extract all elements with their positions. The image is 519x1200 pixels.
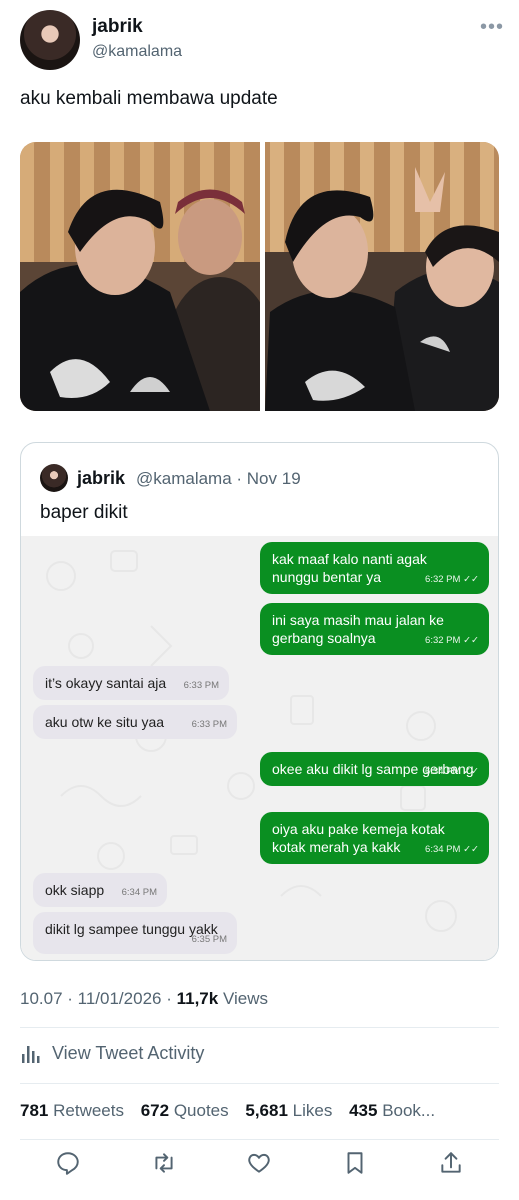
like-icon[interactable] <box>246 1150 272 1176</box>
retweet-icon[interactable] <box>151 1150 177 1176</box>
chat-message: ini saya masih mau jalan ke gerbang soal… <box>260 603 489 655</box>
quoted-tweet[interactable]: jabrik @kamalama · Nov 19 baper dikit ka… <box>20 442 499 961</box>
chat-message-time: 6:34 PM ✓✓ <box>425 766 479 777</box>
quoted-author-meta: @kamalama · Nov 19 <box>136 469 301 488</box>
view-activity-button[interactable]: View Tweet Activity <box>20 1042 204 1064</box>
divider <box>20 1083 499 1084</box>
divider <box>20 1139 499 1140</box>
tweet-timestamp[interactable]: 10.07 · 11/01/2026 · 11,7k Views <box>20 989 268 1009</box>
chat-message-time: 6:32 PM ✓✓ <box>425 635 479 646</box>
reply-icon[interactable] <box>55 1150 81 1176</box>
chat-message: oiya aku pake kemeja kotak kotak merah y… <box>260 812 489 864</box>
chat-message-time: 6:34 PM <box>121 887 157 898</box>
analytics-icon <box>22 1046 40 1063</box>
divider <box>20 1027 499 1028</box>
tweet-photo-1[interactable] <box>20 142 260 411</box>
chat-message: aku otw ke situ yaa 6:33 PM <box>33 705 237 739</box>
bookmarks-stat[interactable]: 435 Book... <box>349 1101 435 1120</box>
action-bar <box>20 1150 499 1176</box>
engagement-stats: 781 Retweets 672 Quotes 5,681 Likes 435 … <box>20 1101 499 1121</box>
chat-message: kak maaf kalo nanti agak nunggu bentar y… <box>260 542 489 594</box>
likes-stat[interactable]: 5,681 Likes <box>245 1101 332 1120</box>
quoted-author-name: jabrik <box>77 468 126 488</box>
chat-message: dikit lg sampee tunggu yakk 6:35 PM <box>33 912 237 954</box>
views-count: 11,7k <box>176 989 219 1008</box>
chat-message-time: 6:35 PM <box>191 934 227 945</box>
quoted-avatar <box>40 464 68 492</box>
more-icon[interactable]: ••• <box>480 16 504 39</box>
chat-message: okk siapp 6:34 PM <box>33 873 167 907</box>
view-activity-label: View Tweet Activity <box>52 1042 205 1063</box>
chat-message: it’s okayy santai aja 6:33 PM <box>33 666 229 700</box>
chat-message-time: 6:32 PM ✓✓ <box>425 574 479 585</box>
tweet-text: aku kembali membawa update <box>20 88 278 109</box>
bookmark-icon[interactable] <box>342 1150 368 1176</box>
retweets-stat[interactable]: 781 Retweets <box>20 1101 124 1120</box>
quotes-stat[interactable]: 672 Quotes <box>141 1101 229 1120</box>
chat-message: okee aku dikit lg sampe gerbang 6:34 PM … <box>260 752 489 786</box>
author-avatar[interactable] <box>20 10 80 70</box>
chat-message-time: 6:33 PM <box>191 719 227 730</box>
chat-message-time: 6:34 PM ✓✓ <box>425 844 479 855</box>
quoted-tweet-text: baper dikit <box>40 502 128 523</box>
author-name[interactable]: jabrik <box>92 16 143 38</box>
tweet-photo-2[interactable] <box>265 142 499 411</box>
chat-message-time: 6:33 PM <box>183 680 219 691</box>
author-handle[interactable]: @kamalama <box>92 43 182 61</box>
share-icon[interactable] <box>438 1150 464 1176</box>
